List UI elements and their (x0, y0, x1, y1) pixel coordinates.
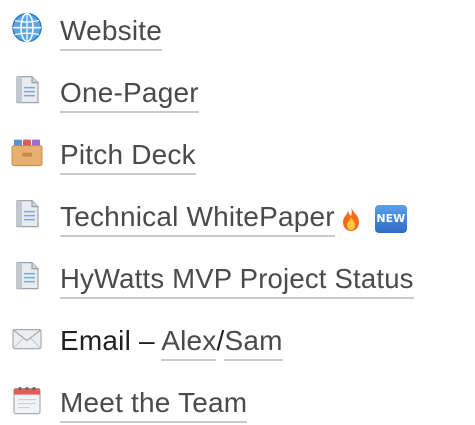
one-pager-link[interactable]: One-Pager (60, 77, 199, 113)
email-label: Email – (60, 325, 162, 356)
list-item-one-pager: One-Pager (0, 71, 475, 115)
calendar-icon (13, 387, 41, 415)
list-item-website: Website (0, 9, 475, 53)
list-item-email: Email – Alex/Sam (0, 319, 475, 363)
envelope-icon (12, 329, 42, 350)
globe-icon (12, 12, 42, 43)
email-sam-link[interactable]: Sam (224, 325, 283, 361)
fire-icon (342, 206, 359, 231)
website-link[interactable]: Website (60, 15, 163, 51)
list-item-pitch-deck: Pitch Deck (0, 133, 475, 177)
email-alex-link[interactable]: Alex (161, 325, 217, 361)
meet-the-team-link[interactable]: Meet the Team (60, 387, 248, 423)
project-status-link[interactable]: HyWatts MVP Project Status (60, 263, 414, 299)
pitch-deck-link[interactable]: Pitch Deck (60, 139, 196, 175)
page-with-curl-icon (16, 262, 39, 290)
page-with-curl-icon (16, 200, 39, 228)
card-file-box-icon (11, 139, 43, 167)
list-item-project-status: HyWatts MVP Project Status (0, 257, 475, 301)
new-badge: NEW (374, 204, 407, 233)
list-item-technical-whitepaper: Technical WhitePaper NEW (0, 195, 475, 239)
list-item-meet-the-team: Meet the Team (0, 381, 475, 425)
technical-whitepaper-link[interactable]: Technical WhitePaper (60, 201, 335, 237)
page-with-curl-icon (16, 75, 39, 104)
